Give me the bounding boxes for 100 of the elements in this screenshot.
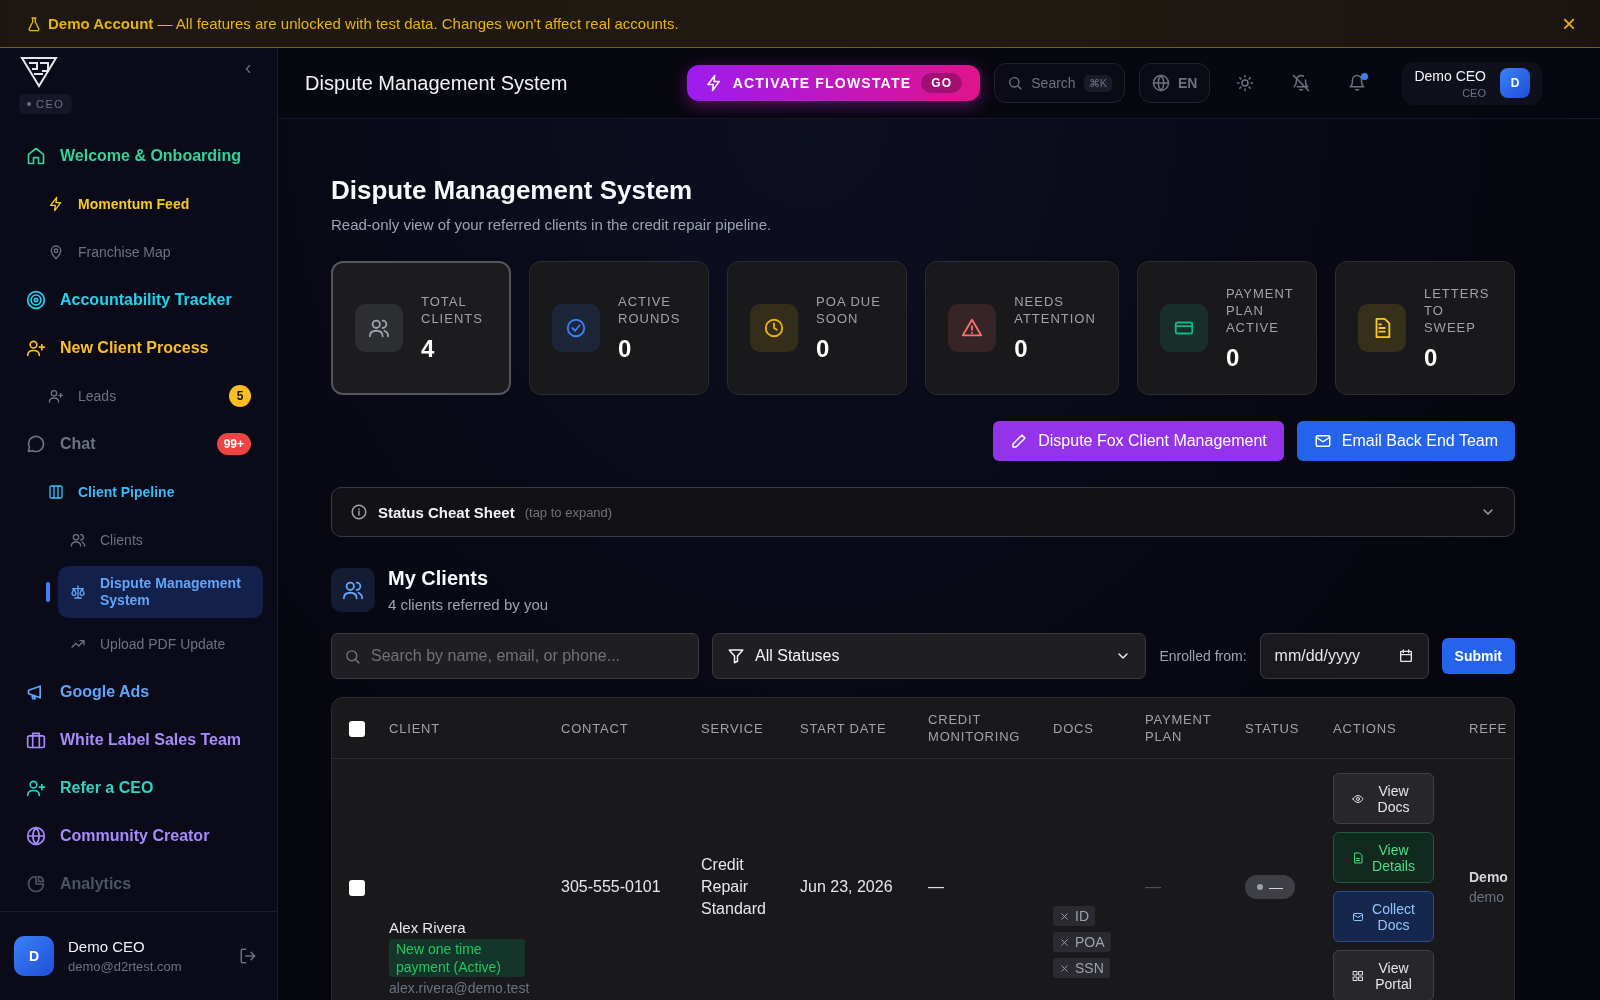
table-cell: — (1145, 878, 1161, 895)
nav-label: Client Pipeline (78, 484, 176, 500)
stat-value: 0 (1423, 343, 1439, 372)
nav-label: Franchise Map (78, 244, 172, 260)
eye-icon (1351, 792, 1364, 805)
stat-card[interactable]: LETTERS TO SWEEP 0 (1334, 261, 1515, 395)
row-checkbox[interactable] (349, 879, 365, 896)
status-dropdown[interactable]: All Statuses (712, 633, 1147, 679)
user-menu[interactable]: Demo CEO CEO D (1402, 61, 1542, 105)
action-button[interactable]: View Docs (1333, 773, 1434, 824)
mail-icon (1351, 910, 1364, 923)
banner-text: Demo Account — All features are unlocked with test data. Changes won't affect real accounts. (48, 15, 680, 32)
mail-icon (1313, 432, 1332, 450)
nav-item[interactable]: Google Ads (26, 670, 263, 714)
nav-label: Welcome & Onboarding (60, 147, 243, 165)
user-avatar: D (1500, 68, 1530, 98)
document-tag: ID (1053, 906, 1095, 926)
column-header: SERVICE (701, 720, 764, 736)
language-button[interactable]: EN (1138, 63, 1211, 103)
users-icon (70, 532, 86, 548)
page-title: Dispute Management System (305, 71, 569, 95)
globe-icon (26, 826, 46, 846)
nav-label: Analytics (60, 875, 133, 893)
date-label: Enrolled from: (1159, 648, 1247, 664)
cheat-sheet-toggle[interactable]: Status Cheat Sheet (tap to expand) (331, 487, 1515, 537)
section-title: My Clients (388, 567, 490, 590)
user-name: Demo CEO (1414, 67, 1486, 84)
warning-icon (961, 317, 984, 339)
nav-item[interactable]: Community Creator (26, 814, 263, 858)
info-icon (350, 503, 368, 521)
user-name: Demo CEO (68, 938, 146, 955)
table-cell: Jun 23, 2026 (800, 878, 893, 895)
grid-icon (1351, 969, 1364, 982)
bell-icon (1348, 74, 1367, 92)
search-field[interactable]: Search ⌘K (994, 63, 1125, 103)
map-pin-icon (48, 244, 64, 260)
nav-label: Upload PDF Update (100, 636, 227, 652)
close-button[interactable]: × (1558, 11, 1580, 36)
column-header: CONTACT (561, 720, 629, 736)
user-email: demo@d2rtest.com (68, 959, 183, 974)
nav-item[interactable]: Chat 99+ (26, 422, 263, 466)
stat-card[interactable]: PAYMENT PLAN ACTIVE 0 (1136, 261, 1317, 395)
client-management-button[interactable]: Dispute Fox Client Management (993, 421, 1284, 461)
date-field[interactable]: mm/dd/yyyy (1259, 633, 1429, 679)
users-icon (368, 317, 390, 339)
stat-card[interactable]: NEEDS ATTENTION 0 (925, 261, 1119, 395)
column-header: START DATE (800, 720, 887, 736)
chat-icon (26, 434, 46, 454)
user-avatar: D (14, 936, 54, 976)
logout-button[interactable] (239, 947, 257, 965)
stat-card[interactable]: POA DUE SOON 0 (727, 261, 908, 395)
submit-button[interactable]: Submit (1441, 638, 1515, 674)
select-all-checkbox[interactable] (349, 720, 365, 737)
nav-item[interactable]: Leads 5 (38, 374, 263, 418)
email-button[interactable]: Email Back End Team (1296, 421, 1515, 461)
nav-item[interactable]: Welcome & Onboarding (26, 134, 263, 178)
nav-item[interactable]: New Client Process (26, 326, 263, 370)
stat-label: TOTAL CLIENTS (421, 293, 484, 327)
column-header: DOCS (1053, 720, 1094, 736)
action-button[interactable]: View Portal (1333, 950, 1434, 1000)
count-badge: 5 (229, 385, 251, 407)
action-button[interactable]: View Details (1333, 832, 1434, 883)
nav-label: Momentum Feed (78, 196, 191, 212)
role-badge: CEO (19, 94, 73, 114)
nav-label: White Label Sales Team (60, 731, 243, 749)
stat-value: 0 (1225, 343, 1241, 372)
stat-value: 0 (618, 335, 633, 363)
column-header: PAYMENT PLAN (1145, 712, 1212, 744)
document-tag: SSN (1053, 958, 1110, 978)
table-cell: 305-555-0101 (561, 878, 661, 895)
nav-item[interactable]: Refer a CEO (26, 766, 263, 810)
stat-card[interactable]: TOTAL CLIENTS 4 (331, 261, 512, 395)
action-button[interactable]: Collect Docs (1333, 891, 1434, 942)
nav-item[interactable]: Upload PDF Update (58, 622, 263, 666)
activate-flowstate-button[interactable]: ACTIVATE FLOWSTATE GO (686, 65, 981, 101)
nav-item[interactable]: Franchise Map (38, 230, 263, 274)
nav-label: Chat (60, 435, 97, 453)
clock-icon (763, 317, 786, 339)
user-role: CEO (1462, 86, 1486, 99)
logout-icon (239, 947, 257, 965)
stat-value: 0 (1014, 335, 1029, 363)
nav-item[interactable]: Momentum Feed (38, 182, 263, 226)
nav-item[interactable]: Accountability Tracker (26, 278, 263, 322)
cross-icon (1059, 910, 1070, 922)
nav-label: Dispute Management System (100, 575, 242, 609)
column-header: ACTIONS (1333, 720, 1397, 736)
logo-icon (20, 54, 58, 88)
nav-item[interactable]: Client Pipeline (38, 470, 263, 514)
target-icon (26, 290, 46, 310)
home-icon (26, 146, 46, 166)
users-icon (342, 579, 364, 601)
stat-card[interactable]: ACTIVE ROUNDS 0 (529, 261, 710, 395)
nav-item[interactable]: Dispute Management System (58, 566, 263, 618)
count-badge: 99+ (216, 433, 251, 455)
nav-item[interactable]: Clients (58, 518, 263, 562)
nav-item[interactable]: White Label Sales Team (26, 718, 263, 762)
cross-icon (1059, 936, 1070, 948)
referrer-name: Demo (1469, 869, 1509, 885)
add-user-icon (26, 778, 46, 798)
page-heading: Dispute Management System (331, 175, 694, 206)
